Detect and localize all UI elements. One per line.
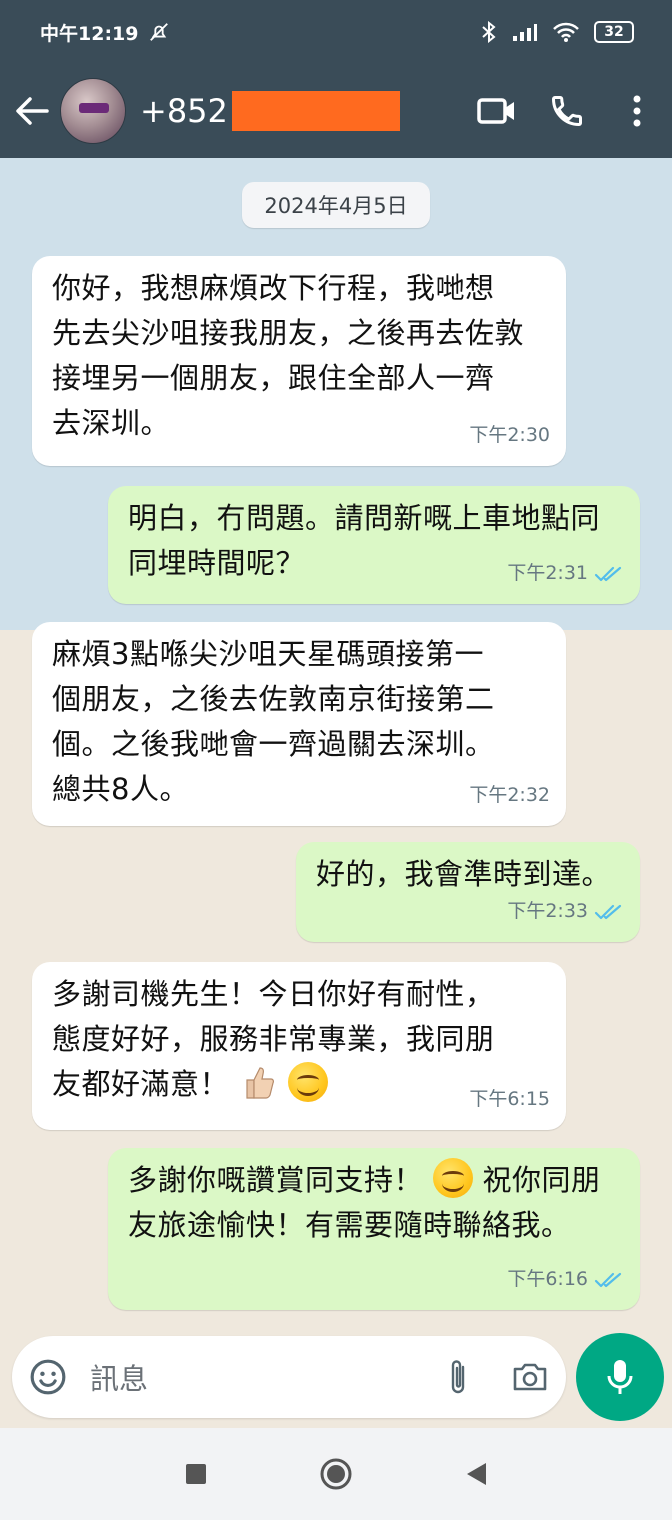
camera-button[interactable] — [494, 1336, 566, 1418]
message-bubble-incoming[interactable]: 多謝司機先生！今日你好有耐性， 態度好好，服務非常專業，我同朋 友都好滿意！ 下… — [32, 962, 566, 1130]
more-options-button[interactable] — [602, 64, 672, 158]
camera-icon — [513, 1363, 547, 1391]
message-time: 下午2:33 — [507, 900, 588, 922]
smiling-face-emoji-icon — [288, 1062, 329, 1102]
square-icon — [186, 1464, 206, 1484]
attach-button[interactable] — [422, 1336, 494, 1418]
header-actions — [462, 64, 672, 158]
status-indicators: 32 — [480, 21, 634, 43]
status-time-group: 中午12:19 — [40, 19, 170, 46]
bluetooth-icon — [482, 21, 496, 43]
message-meta: 下午2:33 — [507, 889, 624, 934]
system-navigation-bar — [0, 1428, 672, 1520]
message-meta: 下午2:31 — [507, 551, 624, 596]
double-check-icon — [594, 904, 622, 919]
message-time: 下午2:32 — [469, 784, 550, 806]
thumbs-up-emoji-icon — [239, 1062, 279, 1102]
status-bar: 中午12:19 32 — [0, 0, 672, 64]
message-time: 下午6:15 — [469, 1088, 550, 1110]
back-arrow-icon — [16, 97, 49, 125]
date-separator: 2024年4月5日 — [242, 182, 430, 228]
signal-icon — [513, 24, 537, 41]
chat-header: +852 — [0, 64, 672, 158]
home-button[interactable] — [266, 1428, 406, 1520]
contact-name-text: +852 — [140, 92, 228, 130]
mute-icon — [150, 23, 169, 41]
message-meta: 下午6:16 — [507, 1257, 624, 1302]
emoji-icon — [30, 1359, 66, 1395]
video-call-button[interactable] — [462, 64, 532, 158]
video-call-icon — [477, 98, 514, 124]
message-bubble-incoming[interactable]: 麻煩3點喺尖沙咀天星碼頭接第一 個朋友，之後去佐敦南京街接第二 個。之後我哋會一… — [32, 622, 566, 826]
smiling-face-emoji-icon — [432, 1158, 473, 1198]
microphone-icon — [607, 1360, 633, 1394]
redaction-block — [231, 91, 400, 131]
message-time: 下午2:31 — [507, 562, 588, 584]
message-meta: 下午6:15 — [469, 1077, 550, 1122]
wifi-icon — [553, 22, 579, 42]
message-bubble-outgoing[interactable]: 明白，冇問題。請問新嘅上車地點同 同埋時間呢？ 下午2:31 — [108, 486, 640, 604]
contact-name[interactable]: +852 — [140, 91, 400, 131]
phone-call-icon — [551, 96, 582, 127]
double-check-icon — [594, 566, 622, 581]
emoji-button[interactable] — [12, 1336, 84, 1418]
avatar[interactable] — [60, 78, 126, 144]
message-bubble-outgoing[interactable]: 多謝你嘅讚賞同支持！ 祝你同朋 友旅途愉快！有需要隨時聯絡我。 下午6:16 — [108, 1148, 640, 1310]
home-circle-icon — [320, 1458, 352, 1490]
message-bubble-outgoing[interactable]: 好的，我會準時到達。 下午2:33 — [296, 842, 640, 942]
triangle-back-icon — [467, 1463, 486, 1485]
message-time: 下午2:30 — [469, 424, 550, 446]
message-text: 多謝你嘅讚賞同支持！ 祝你同朋 友旅途愉快！有需要隨時聯絡我。 — [108, 1148, 640, 1248]
back-button[interactable] — [4, 64, 60, 158]
message-composer: 訊息 — [12, 1336, 566, 1418]
recents-button[interactable] — [126, 1428, 266, 1520]
message-time: 下午6:16 — [507, 1268, 588, 1290]
back-nav-button[interactable] — [406, 1428, 546, 1520]
double-check-icon — [594, 1272, 622, 1287]
more-vertical-icon — [633, 95, 641, 127]
message-meta: 下午2:32 — [469, 773, 550, 818]
message-bubble-incoming[interactable]: 你好，我想麻煩改下行程，我哋想 先去尖沙咀接我朋友，之後再去佐敦 接埋另一個朋友… — [32, 256, 566, 466]
battery-indicator: 32 — [594, 21, 634, 43]
message-meta: 下午2:30 — [469, 413, 550, 458]
voice-message-button[interactable] — [576, 1333, 664, 1421]
status-time: 中午12:19 — [40, 22, 139, 45]
phone-call-button[interactable] — [532, 64, 602, 158]
paperclip-icon — [451, 1360, 465, 1394]
message-input[interactable]: 訊息 — [90, 1356, 422, 1398]
